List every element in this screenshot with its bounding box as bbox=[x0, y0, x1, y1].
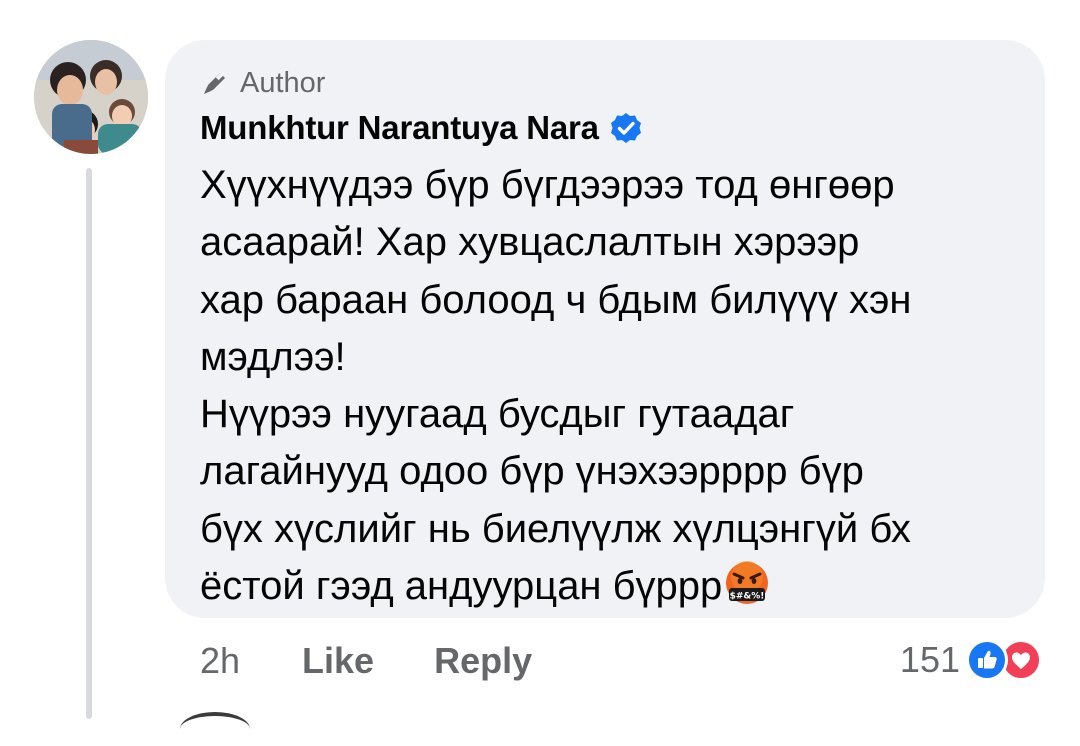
comment-line: асаарай! Хар хувцаслалтын хэрээр bbox=[200, 220, 860, 265]
like-button[interactable]: Like bbox=[302, 640, 374, 682]
comment-line: Хүүхнүүдээ бүр бүгдээрээ тод өнгөөр bbox=[200, 163, 895, 207]
pen-icon bbox=[204, 71, 225, 94]
author-name[interactable]: Munkhtur Narantuya Nara bbox=[200, 109, 599, 147]
like-reaction-icon bbox=[966, 639, 1008, 681]
comment-line: мэдлээ! bbox=[200, 334, 346, 379]
comment-actions: 2h Like Reply bbox=[200, 638, 532, 684]
emoji-symbols-text: $#&%! bbox=[730, 592, 765, 602]
avatar[interactable] bbox=[34, 40, 148, 154]
comment-line-last: ёстой гээд андуурцан бүррр $#&%! bbox=[200, 558, 1030, 615]
author-badge-label: Author bbox=[240, 66, 326, 99]
comment-line: хар бараан болоод ч бдым билүүү хэн bbox=[200, 277, 912, 322]
next-comment-avatar-edge bbox=[180, 712, 250, 746]
reaction-icons bbox=[966, 637, 1046, 683]
author-name-row: Munkhtur Narantuya Nara bbox=[200, 106, 643, 150]
comment-line: бүх хүслийг нь биелүүлж хүлцэнгүй бх bbox=[200, 506, 911, 551]
reactions-summary[interactable]: 151 bbox=[900, 636, 1046, 684]
comment-line: Нүүрээ нуугаад бусдыг гутаадаг bbox=[200, 392, 795, 437]
comment-line: лагайнууд одоо бүр үнэхээрррр бүр bbox=[200, 449, 864, 494]
comment-line-text: ёстой гээд андуурцан бүррр bbox=[200, 564, 723, 609]
comment-timestamp[interactable]: 2h bbox=[200, 640, 240, 682]
author-badge: Author bbox=[200, 66, 325, 100]
thread-line bbox=[86, 168, 92, 719]
comment-text: Хүүхнүүдээ бүр бүгдээрээ тод өнгөөр асаа… bbox=[200, 157, 1030, 615]
angry-symbols-emoji-icon: $#&%! bbox=[726, 561, 769, 605]
avatar-photo bbox=[34, 40, 148, 154]
verified-badge-icon bbox=[610, 113, 641, 143]
reaction-count: 151 bbox=[899, 639, 960, 680]
reply-button[interactable]: Reply bbox=[434, 640, 532, 682]
